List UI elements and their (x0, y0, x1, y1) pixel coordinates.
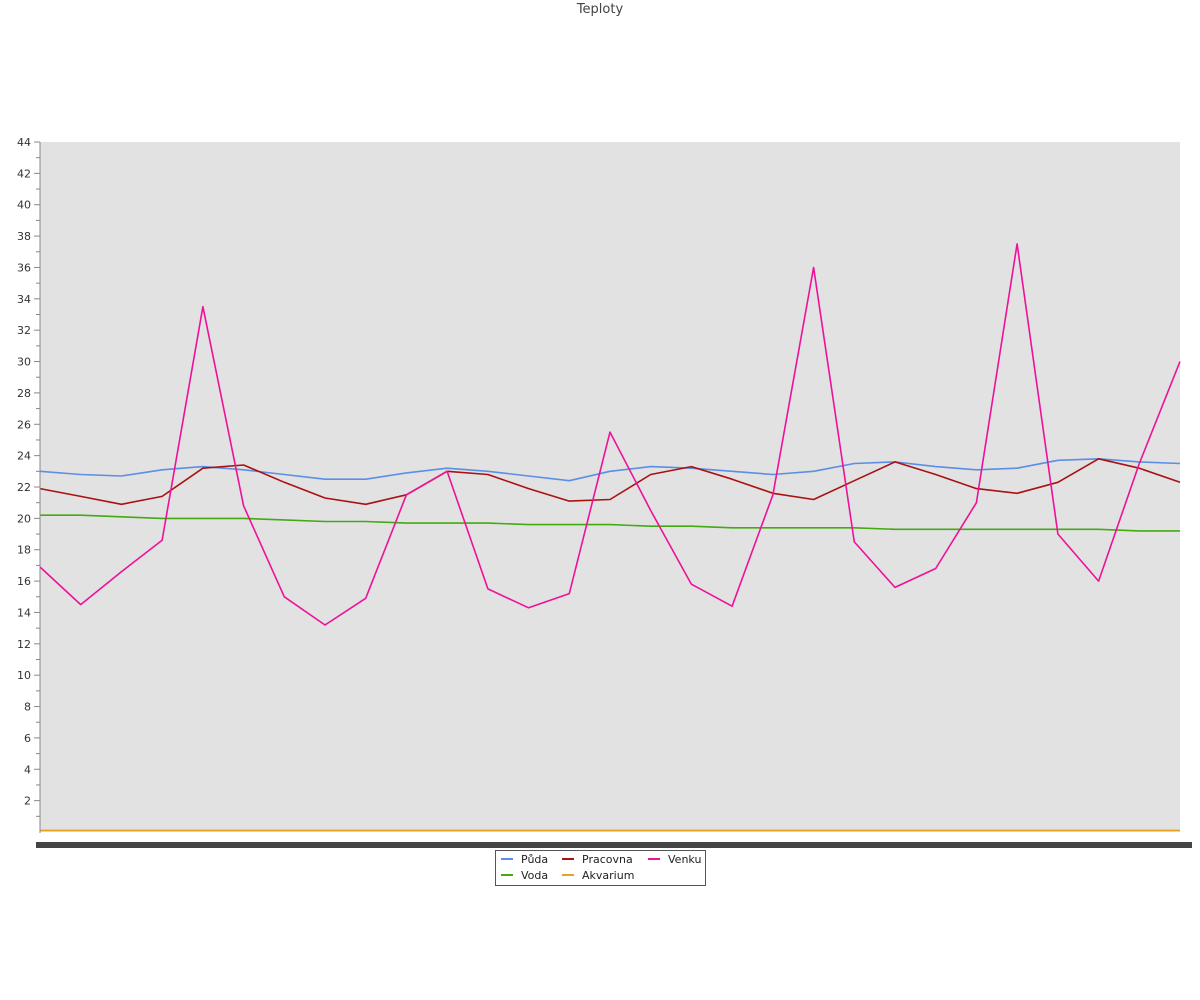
y-tick-label: 32 (17, 324, 31, 337)
y-tick-label: 26 (17, 418, 31, 431)
legend-label: Voda (521, 869, 549, 882)
legend-item-akvarium: Akvarium (562, 868, 634, 884)
legend-swatch (501, 874, 513, 876)
y-tick-label: 14 (17, 606, 31, 619)
legend-swatch (562, 858, 574, 860)
y-tick-label: 42 (17, 167, 31, 180)
y-tick-label: 10 (17, 669, 31, 682)
legend-label: Akvarium (582, 869, 635, 882)
y-tick-label: 24 (17, 450, 31, 463)
plot-area (40, 142, 1180, 832)
y-tick-label: 36 (17, 261, 31, 274)
y-tick-label: 38 (17, 230, 31, 243)
y-axis: 2468101214161820222426283032343638404244 (17, 136, 40, 817)
y-tick-label: 4 (24, 763, 31, 776)
y-tick-label: 2 (24, 795, 31, 808)
y-tick-label: 44 (17, 136, 31, 149)
y-tick-label: 16 (17, 575, 31, 588)
legend-label: Pracovna (582, 853, 633, 866)
legend-label: Půda (521, 853, 549, 866)
y-tick-label: 40 (17, 199, 31, 212)
legend: Půda Pracovna Venku Voda Akvarium (495, 850, 706, 886)
legend-swatch (501, 858, 513, 860)
legend-label: Venku (668, 853, 702, 866)
y-tick-label: 18 (17, 544, 31, 557)
y-tick-label: 20 (17, 512, 31, 525)
legend-item-pracovna: Pracovna (562, 852, 633, 868)
legend-item-venku: Venku (648, 852, 701, 868)
legend-swatch (648, 858, 660, 860)
y-tick-label: 22 (17, 481, 31, 494)
y-tick-label: 8 (24, 701, 31, 714)
legend-item-voda: Voda (501, 868, 548, 884)
y-tick-label: 12 (17, 638, 31, 651)
y-tick-label: 28 (17, 387, 31, 400)
y-tick-label: 6 (24, 732, 31, 745)
legend-item-puda: Půda (501, 852, 548, 868)
legend-swatch (562, 874, 574, 876)
x-axis-tick-band (36, 842, 1192, 848)
y-tick-label: 30 (17, 356, 31, 369)
y-tick-label: 34 (17, 293, 31, 306)
